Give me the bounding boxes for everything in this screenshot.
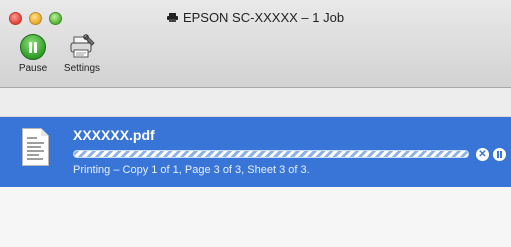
stop-icon[interactable]: ✕ <box>476 148 489 161</box>
settings-label: Settings <box>63 63 101 74</box>
job-progress-bar <box>73 150 469 158</box>
hold-icon[interactable] <box>493 148 506 161</box>
job-list-empty-area <box>0 187 511 247</box>
printer-settings-icon <box>70 34 95 58</box>
document-icon <box>22 128 49 166</box>
pause-label: Pause <box>18 63 48 74</box>
pause-icon <box>20 34 46 60</box>
window-title-text: EPSON SC-XXXXX – 1 Job <box>182 10 345 25</box>
pause-button[interactable]: Pause <box>14 34 52 74</box>
settings-button[interactable]: Settings <box>58 34 106 74</box>
job-file-name: XXXXXX.pdf <box>73 127 155 143</box>
printer-icon <box>166 13 178 22</box>
job-status-text: Printing – Copy 1 of 1, Page 3 of 3, She… <box>73 164 310 176</box>
print-queue-window: EPSON SC-XXXXX – 1 Job Pause Settings XX… <box>0 0 511 247</box>
print-job-row[interactable]: XXXXXX.pdf Printing – Copy 1 of 1, Page … <box>0 117 511 187</box>
list-header-area <box>0 88 511 117</box>
window-title: EPSON SC-XXXXX – 1 Job <box>0 10 511 25</box>
title-bar: EPSON SC-XXXXX – 1 Job Pause Settings <box>0 0 511 88</box>
